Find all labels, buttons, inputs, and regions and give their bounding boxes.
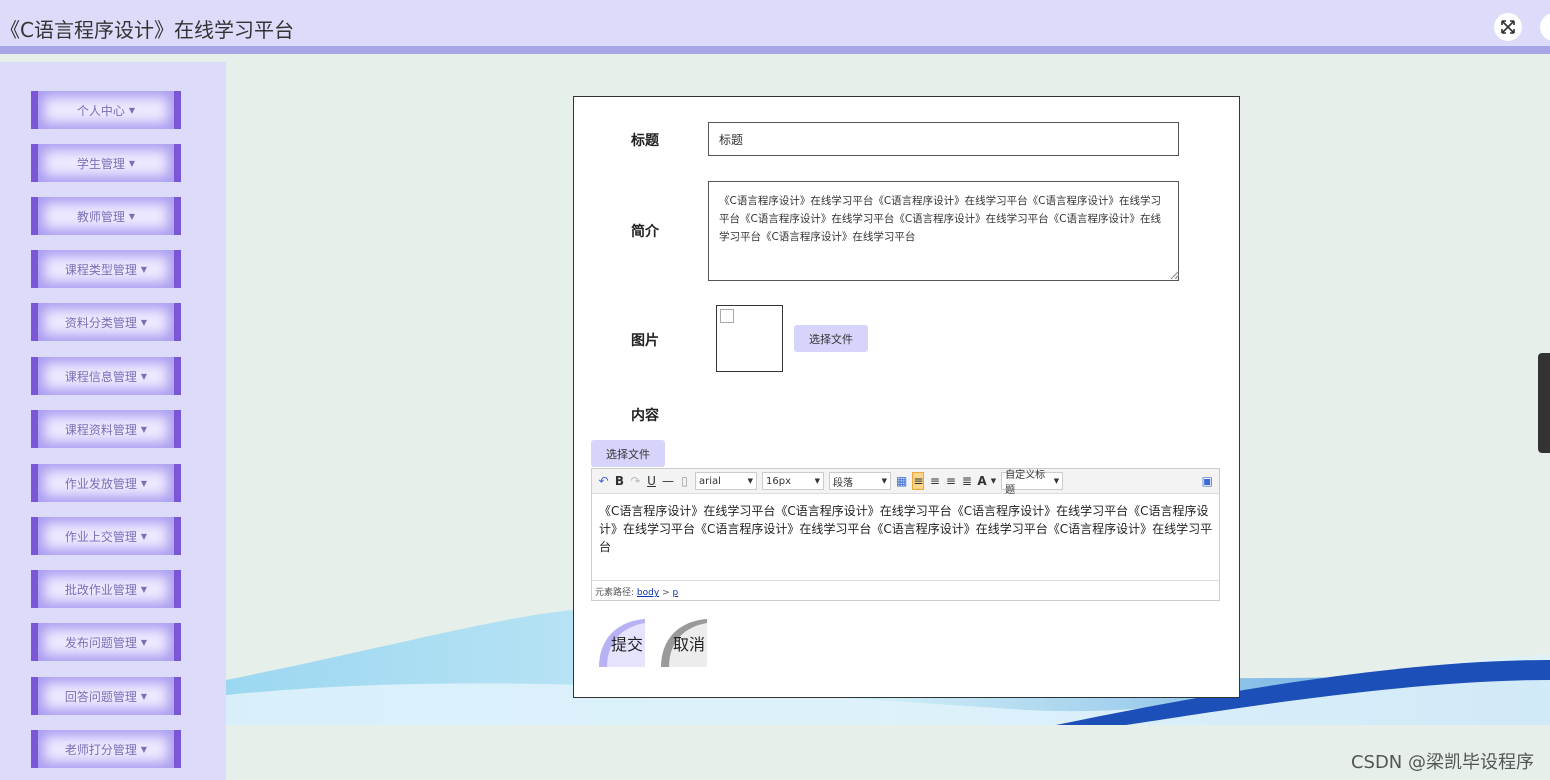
sidebar-item-question-publish-management[interactable]: 发布问题管理 ▼ <box>31 623 181 661</box>
redo-icon[interactable]: ↷ <box>630 472 641 490</box>
align-justify-icon[interactable]: ≣ <box>961 472 972 490</box>
caret-down-icon: ▼ <box>881 477 887 485</box>
sidebar-item-student-management[interactable]: 学生管理 ▼ <box>31 144 181 182</box>
sidebar-item-course-material-management[interactable]: 课程资料管理 ▼ <box>31 410 181 448</box>
sidebar-item-label: 个人中心 <box>76 103 125 118</box>
path-separator: > <box>662 588 670 598</box>
caret-down-icon: ▼ <box>140 264 148 274</box>
sidebar-item-label: 资料分类管理 <box>64 315 137 330</box>
undo-icon[interactable]: ↶ <box>598 472 609 490</box>
caret-down-icon: ▼ <box>128 211 136 221</box>
caret-down-icon: ▼ <box>140 317 148 327</box>
submit-button[interactable]: 提交 <box>599 619 645 667</box>
sidebar-item-course-type-management[interactable]: 课程类型管理 ▼ <box>31 250 181 288</box>
caret-down-icon: ▼ <box>814 477 820 485</box>
cancel-label: 取消 <box>672 635 705 654</box>
image-preview <box>716 305 783 372</box>
sidebar-item-label: 作业发放管理 <box>64 476 137 491</box>
underline-button[interactable]: U <box>646 472 657 490</box>
path-body-link[interactable]: body <box>637 588 659 598</box>
paragraph-select[interactable]: 段落 ▼ <box>829 472 891 490</box>
title-input[interactable]: 标题 <box>708 122 1179 156</box>
sidebar-item-homework-release-management[interactable]: 作业发放管理 ▼ <box>31 464 181 502</box>
sidebar-item-label: 发布问题管理 <box>64 635 137 650</box>
horizontal-rule-icon[interactable]: — <box>662 472 674 490</box>
caret-down-icon: ▼ <box>140 584 148 594</box>
font-family-select[interactable]: arial ▼ <box>695 472 757 490</box>
element-path-label: 元素路径: <box>595 588 635 598</box>
caret-down-icon: ▼ <box>1053 477 1060 485</box>
submit-label: 提交 <box>610 635 643 654</box>
intro-label: 简介 <box>631 224 659 240</box>
edit-form-card: 标题 标题 简介 《C语言程序设计》在线学习平台《C语言程序设计》在线学习平台《… <box>573 96 1240 698</box>
caret-down-icon: ▼ <box>140 424 148 434</box>
user-icon[interactable] <box>1540 13 1550 41</box>
sidebar-item-label: 老师打分管理 <box>64 742 137 757</box>
sidebar-item-personal-center[interactable]: 个人中心 ▼ <box>31 91 181 129</box>
caret-down-icon: ▼ <box>140 637 148 647</box>
paragraph-value: 段落 <box>833 477 853 489</box>
sidebar-item-label: 课程类型管理 <box>64 262 137 277</box>
caret-down-icon: ▼ <box>140 371 148 381</box>
font-size-select[interactable]: 16px ▼ <box>762 472 824 490</box>
sidebar-item-label: 教师管理 <box>76 209 125 224</box>
editor-toolbar: ↶ B ↷ U — ▯ arial ▼ 16px ▼ 段落 ▼ ▦ ≡ ≡ ≡ ≣ A… <box>592 469 1219 496</box>
expand-icon[interactable] <box>1494 13 1522 41</box>
app-title: 《C语言程序设计》在线学习平台 <box>0 18 294 42</box>
sidebar-item-label: 作业上交管理 <box>64 529 137 544</box>
sidebar-item-answer-management[interactable]: 回答问题管理 ▼ <box>31 677 181 715</box>
top-header: 《C语言程序设计》在线学习平台 <box>0 0 1550 54</box>
cancel-button[interactable]: 取消 <box>661 619 707 667</box>
custom-title-select[interactable]: 自定义标题 ▼ <box>1001 470 1064 496</box>
fullscreen-icon[interactable]: ▣ <box>1202 472 1213 490</box>
sidebar-item-material-category-management[interactable]: 资料分类管理 ▼ <box>31 303 181 341</box>
document-icon[interactable]: ▯ <box>679 472 690 490</box>
image-label: 图片 <box>631 333 659 349</box>
sidebar-item-course-info-management[interactable]: 课程信息管理 ▼ <box>31 357 181 395</box>
align-right-icon[interactable]: ≡ <box>945 472 956 490</box>
path-p-link[interactable]: p <box>672 588 678 598</box>
sidebar-item-label: 回答问题管理 <box>64 689 137 704</box>
choose-file-button[interactable]: 选择文件 <box>794 325 868 352</box>
bold-button[interactable]: B <box>614 472 625 490</box>
side-drawer-handle[interactable] <box>1538 353 1550 453</box>
caret-down-icon: ▼ <box>140 744 148 754</box>
intro-textarea[interactable]: 《C语言程序设计》在线学习平台《C语言程序设计》在线学习平台《C语言程序设计》在… <box>708 181 1179 281</box>
caret-down-icon: ▼ <box>990 477 997 485</box>
sidebar-item-teacher-management[interactable]: 教师管理 ▼ <box>31 197 181 235</box>
watermark: CSDN @梁凯毕设程序 <box>1350 752 1534 773</box>
sidebar-item-homework-grading-management[interactable]: 批改作业管理 ▼ <box>31 570 181 608</box>
custom-title-value: 自定义标题 <box>1005 470 1046 496</box>
rich-text-editor: ↶ B ↷ U — ▯ arial ▼ 16px ▼ 段落 ▼ ▦ ≡ ≡ ≡ ≣ A… <box>591 468 1220 601</box>
align-left-icon[interactable]: ≡ <box>912 472 925 490</box>
align-center-icon[interactable]: ≡ <box>929 472 940 490</box>
caret-down-icon: ▼ <box>128 105 136 115</box>
editor-choose-file-button[interactable]: 选择文件 <box>591 440 665 467</box>
caret-down-icon: ▼ <box>747 477 753 485</box>
sidebar-item-label: 批改作业管理 <box>64 582 137 597</box>
sidebar-item-label: 学生管理 <box>76 156 125 171</box>
caret-down-icon: ▼ <box>140 531 148 541</box>
title-label: 标题 <box>631 133 659 149</box>
element-path: 元素路径: body > p <box>592 580 1219 600</box>
caret-down-icon: ▼ <box>128 158 136 168</box>
content-label: 内容 <box>631 408 659 424</box>
font-size-value: 16px <box>766 475 791 487</box>
editor-content[interactable]: 《C语言程序设计》在线学习平台《C语言程序设计》在线学习平台《C语言程序设计》在… <box>599 502 1213 556</box>
caret-down-icon: ▼ <box>140 478 148 488</box>
sidebar-item-teacher-scoring-management[interactable]: 老师打分管理 ▼ <box>31 730 181 768</box>
caret-down-icon: ▼ <box>140 691 148 701</box>
sidebar-item-homework-submit-management[interactable]: 作业上交管理 ▼ <box>31 517 181 555</box>
sidebar: 个人中心 ▼ 学生管理 ▼ 教师管理 ▼ 课程类型管理 ▼ 资料分类管理 ▼ 课程信息管理… <box>0 62 226 780</box>
font-color-label: A <box>977 474 987 488</box>
resize-handle-icon[interactable] <box>1171 271 1179 279</box>
font-color-button[interactable]: A ▼ <box>977 472 996 490</box>
font-family-value: arial <box>699 475 721 487</box>
broken-image-icon <box>720 309 734 323</box>
table-icon[interactable]: ▦ <box>896 472 907 490</box>
sidebar-item-label: 课程资料管理 <box>64 422 137 437</box>
sidebar-item-label: 课程信息管理 <box>64 369 137 384</box>
